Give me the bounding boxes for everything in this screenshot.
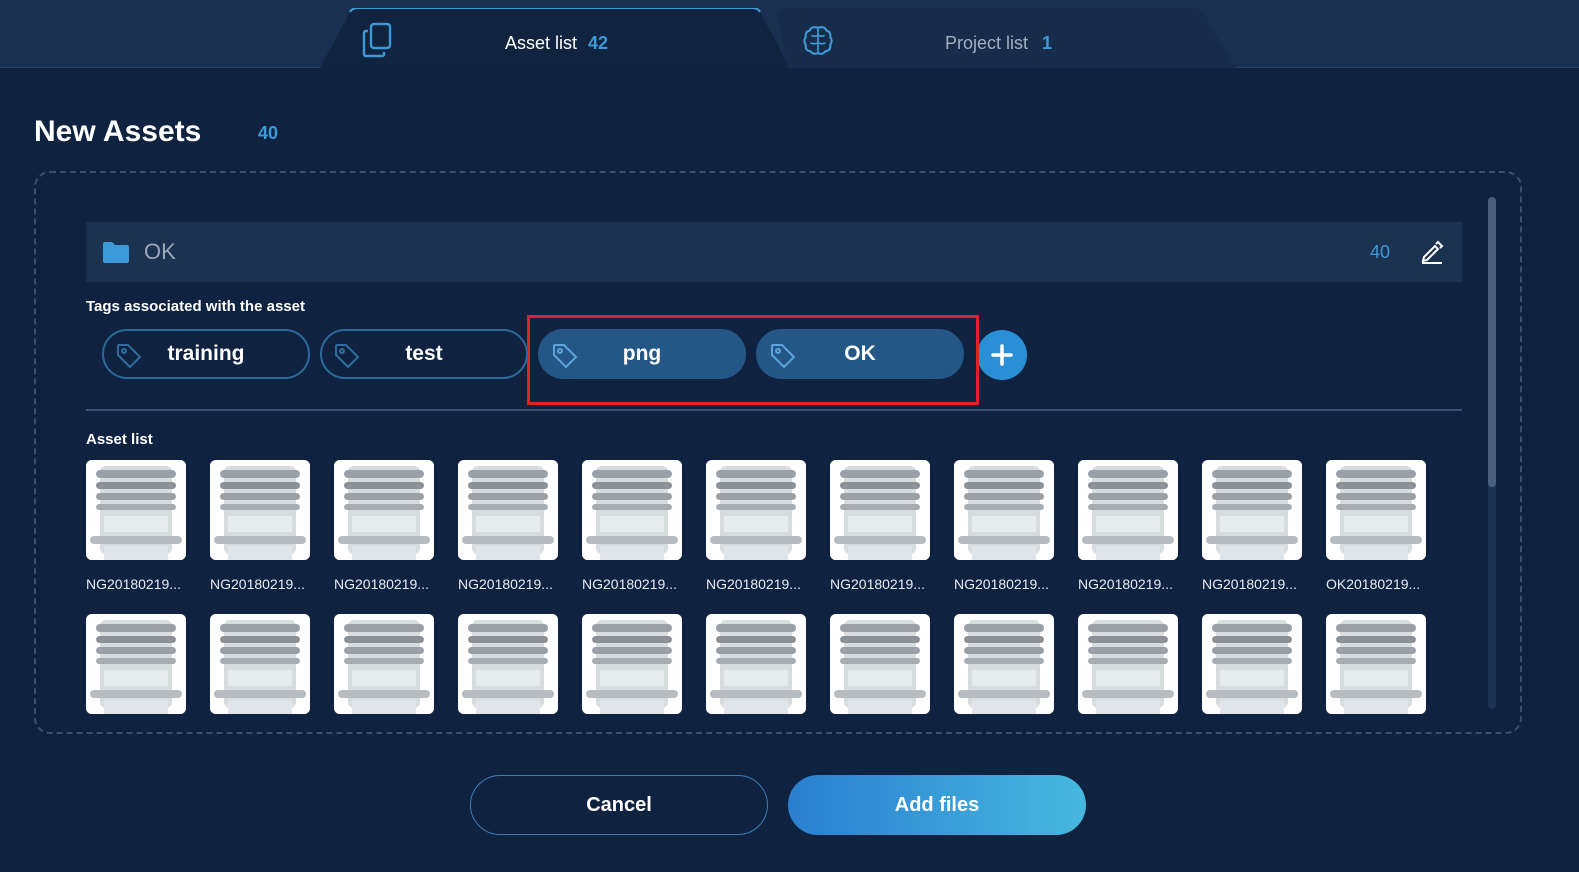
asset-thumbnail[interactable] — [458, 460, 558, 560]
tag-training[interactable]: training — [102, 329, 310, 379]
asset-thumbnail[interactable] — [830, 614, 930, 714]
cancel-button[interactable]: Cancel — [470, 775, 768, 835]
tab-asset-list[interactable]: Asset list 42 — [320, 8, 790, 68]
tag-label: training — [167, 342, 245, 365]
asset-thumbnail[interactable] — [458, 614, 558, 714]
asset-name: NG20180219... — [954, 576, 1049, 592]
asset-name: NG20180219... — [1202, 576, 1297, 592]
tag-icon — [117, 344, 142, 369]
asset-thumbnail[interactable] — [1078, 460, 1178, 560]
tag-icon — [335, 344, 360, 369]
page-title-count: 40 — [258, 123, 279, 143]
highlight-box — [527, 315, 979, 405]
asset-thumbnail[interactable] — [86, 460, 186, 560]
asset-thumbnail[interactable] — [706, 614, 806, 714]
asset-thumbnail[interactable] — [1326, 614, 1426, 714]
page-title: New Assets — [34, 115, 202, 148]
asset-thumbnail[interactable] — [954, 614, 1054, 714]
tab-bar: Asset list 42 Project list 1 — [0, 0, 1579, 68]
tab-project-list-label: Project list — [945, 33, 1029, 53]
asset-thumbnail[interactable] — [1078, 614, 1178, 714]
tab-project-list[interactable]: Project list 1 — [772, 8, 1236, 68]
asset-name: NG20180219... — [706, 576, 801, 592]
add-files-button[interactable]: Add files — [788, 775, 1086, 835]
tag-label: test — [405, 342, 443, 365]
pencil-icon[interactable] — [1420, 240, 1444, 264]
asset-name: OK20180219... — [1326, 576, 1421, 592]
divider — [86, 409, 1462, 411]
new-assets-panel: OK 40 Tags associated with the asset tra… — [34, 171, 1522, 734]
asset-thumbnail[interactable] — [706, 460, 806, 560]
asset-name: NG20180219... — [86, 576, 181, 592]
asset-list-label: Asset list — [86, 431, 153, 448]
folder-name: OK — [144, 239, 176, 264]
asset-name: NG20180219... — [210, 576, 305, 592]
tab-asset-list-label: Asset list — [505, 33, 578, 53]
asset-thumbnail[interactable] — [334, 614, 434, 714]
asset-thumbnail[interactable] — [86, 614, 186, 714]
folder-count: 40 — [1370, 242, 1391, 262]
asset-thumbnail[interactable] — [210, 460, 310, 560]
tab-project-list-count: 1 — [1042, 33, 1053, 53]
scrollbar-thumb[interactable] — [1488, 197, 1496, 487]
asset-thumbnail[interactable] — [830, 460, 930, 560]
asset-thumbnail[interactable] — [1202, 614, 1302, 714]
tags-section-label: Tags associated with the asset — [86, 298, 305, 315]
tag-test[interactable]: test — [320, 329, 528, 379]
app-window: Asset list 42 Project list 1 New Assets … — [0, 0, 1579, 872]
asset-name: NG20180219... — [830, 576, 925, 592]
plus-icon — [991, 344, 1013, 366]
tab-asset-list-count: 42 — [588, 33, 609, 53]
folder-icon — [103, 242, 129, 263]
brain-icon — [803, 26, 833, 55]
asset-name: NG20180219... — [1078, 576, 1173, 592]
asset-name: NG20180219... — [582, 576, 677, 592]
asset-thumbnail[interactable] — [1202, 460, 1302, 560]
folder-bar: OK 40 — [86, 222, 1462, 282]
asset-name: NG20180219... — [458, 576, 553, 592]
add-tag-button[interactable] — [977, 330, 1027, 380]
asset-thumbnail[interactable] — [1326, 460, 1426, 560]
asset-thumbnail[interactable] — [334, 460, 434, 560]
asset-thumbnail[interactable] — [582, 614, 682, 714]
asset-thumbnail[interactable] — [954, 460, 1054, 560]
copy-icon — [362, 22, 392, 58]
asset-thumbnail[interactable] — [582, 460, 682, 560]
asset-thumbnail[interactable] — [210, 614, 310, 714]
asset-name: NG20180219... — [334, 576, 429, 592]
